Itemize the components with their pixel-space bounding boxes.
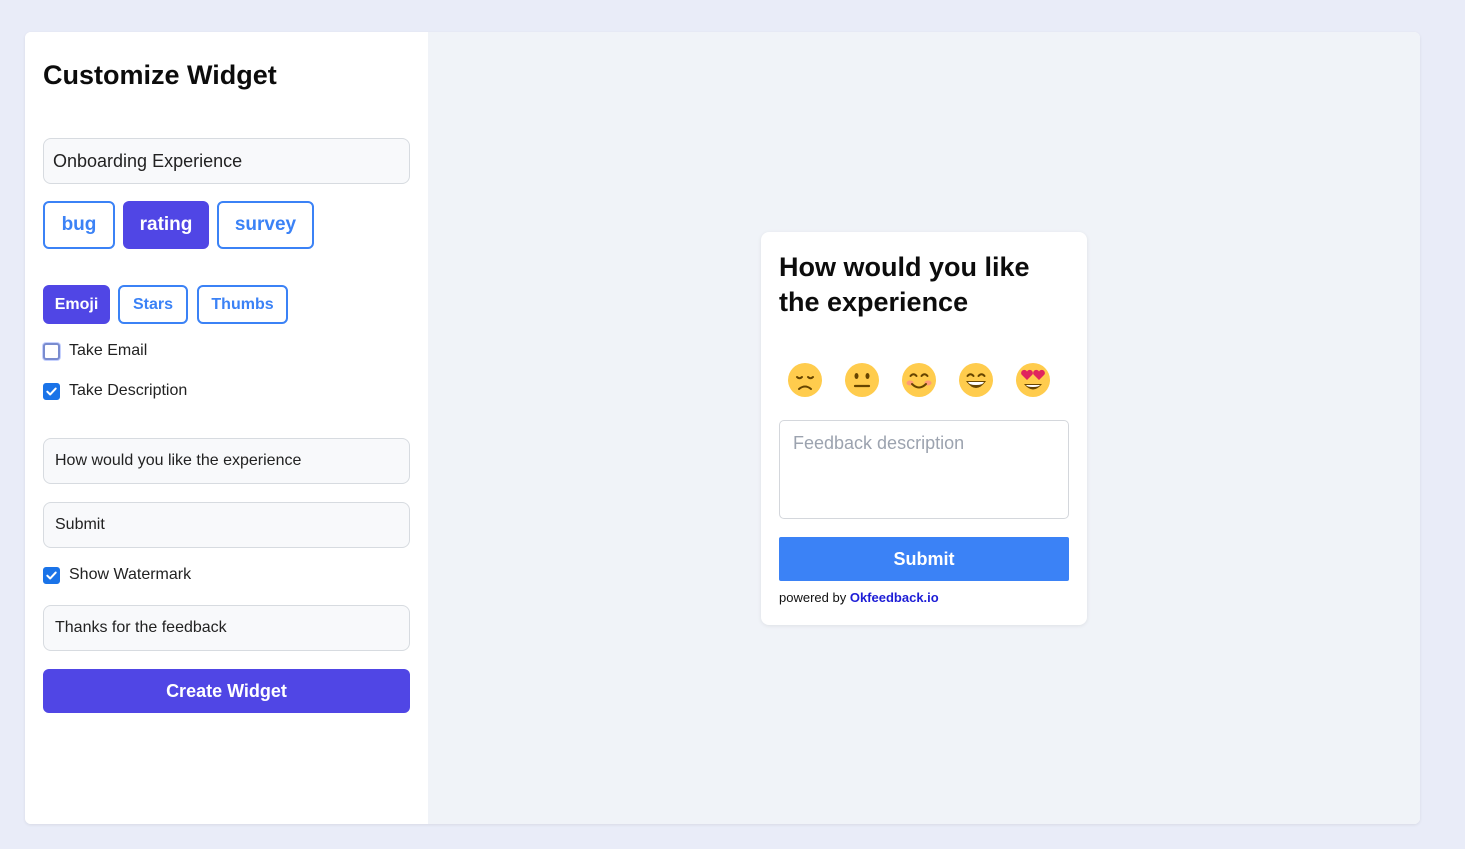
take-description-checkbox[interactable]: [43, 382, 60, 400]
show-watermark-option[interactable]: Show Watermark: [43, 566, 191, 584]
preview-question: How would you like the experience: [779, 252, 1030, 317]
thanks-message-input[interactable]: [43, 605, 410, 651]
grinning-face-icon[interactable]: [956, 360, 996, 400]
type-option-bug[interactable]: bug: [43, 201, 115, 249]
customize-panel: Customize Widget bug rating survey Emoji…: [25, 32, 428, 824]
take-description-option[interactable]: Take Description: [43, 382, 187, 400]
preview-panel: How would you like the experience Feedba…: [428, 32, 1420, 824]
submit-label-input[interactable]: [43, 502, 410, 548]
question-input[interactable]: [43, 438, 410, 484]
feedback-description-textarea[interactable]: [779, 420, 1069, 519]
show-watermark-checkbox[interactable]: [43, 566, 60, 584]
checkmark-icon: [46, 387, 57, 395]
take-description-label: Take Description: [69, 382, 188, 399]
take-email-option[interactable]: Take Email: [43, 342, 147, 360]
widget-preview: How would you like the experience Feedba…: [761, 232, 1087, 625]
type-option-survey[interactable]: survey: [217, 201, 314, 249]
preview-submit-button[interactable]: Submit: [779, 537, 1069, 581]
checkmark-icon: [46, 571, 57, 579]
rating-style-stars[interactable]: Stars: [118, 285, 188, 324]
take-email-label: Take Email: [69, 342, 148, 359]
smiling-face-icon[interactable]: [899, 360, 939, 400]
neutral-face-icon[interactable]: [842, 360, 882, 400]
powered-by: powered by Okfeedback.io: [779, 590, 939, 605]
rating-style-thumbs[interactable]: Thumbs: [197, 285, 288, 324]
widget-builder-card: Customize Widget bug rating survey Emoji…: [25, 32, 1420, 824]
disappointed-face-icon[interactable]: [785, 360, 825, 400]
take-email-checkbox[interactable]: [43, 342, 60, 360]
rating-style-emoji[interactable]: Emoji: [43, 285, 110, 324]
heart-eyes-face-icon[interactable]: [1013, 360, 1053, 400]
type-option-rating[interactable]: rating: [123, 201, 209, 249]
show-watermark-label: Show Watermark: [69, 566, 192, 583]
widget-name-input[interactable]: [43, 138, 410, 184]
okfeedback-link[interactable]: Okfeedback.io: [850, 590, 939, 605]
emoji-rating-row: [785, 360, 1070, 400]
page-title: Customize Widget: [43, 60, 277, 90]
create-widget-button[interactable]: Create Widget: [43, 669, 410, 713]
powered-by-text: powered by: [779, 590, 847, 605]
